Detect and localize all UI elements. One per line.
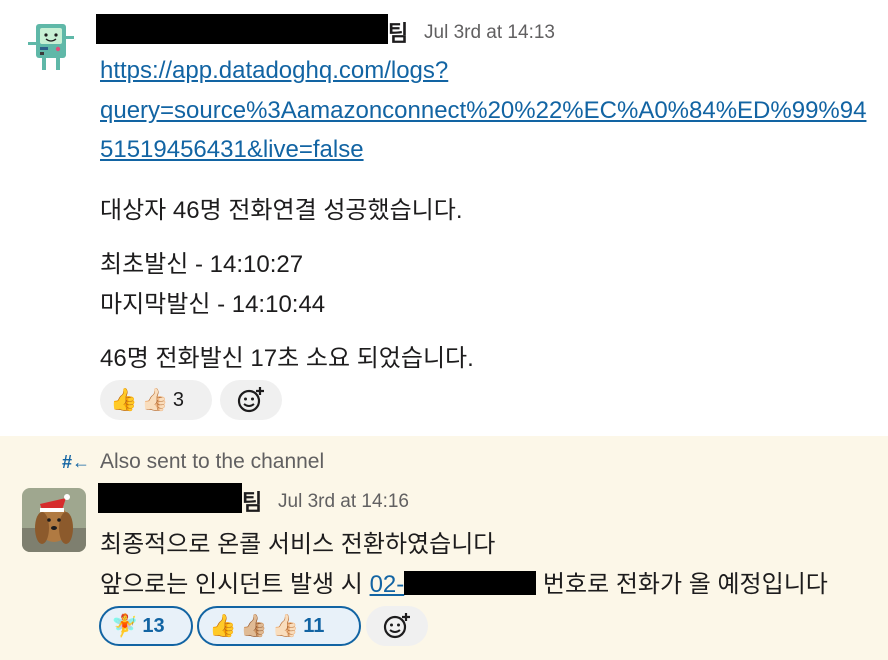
phone-prefix: 02- [369, 571, 405, 598]
reaction-fairy[interactable]: 🧚 13 [99, 606, 193, 646]
message-1: 팀 Jul 3rd at 14:13 https://app.datadoghq… [0, 0, 888, 436]
thumbs-up-light-icon: 👍🏻 [271, 613, 300, 638]
line-suffix: 번호로 전화가 올 예정입니다 [536, 571, 828, 598]
message-timestamp[interactable]: Jul 3rd at 14:13 [424, 22, 555, 44]
dog-avatar-icon [22, 488, 86, 552]
bmo-avatar-icon [28, 24, 74, 70]
thread-broadcast-icon: #← [62, 452, 91, 472]
reaction-count: 11 [303, 614, 325, 637]
thumbs-up-light-icon: 👍🏻 [141, 387, 169, 412]
message-text-line: 앞으로는 인시던트 발생 시 02- 번호로 전화가 올 예정입니다 [100, 564, 828, 599]
sender-name-suffix[interactable]: 팀 [242, 485, 262, 517]
redacted-sender-name [98, 483, 242, 513]
message-text-line: 대상자 46명 전화연결 성공했습니다. [100, 197, 463, 224]
phone-link[interactable]: 02- [370, 571, 537, 598]
thumbs-up-medium-light-icon: 👍🏼 [240, 613, 268, 638]
sender-name-suffix[interactable]: 팀 [388, 16, 408, 48]
add-reaction-button[interactable] [366, 606, 428, 646]
message-text-line: 마지막발신 - 14:10:44 [100, 291, 326, 318]
line-prefix: 앞으로는 인시던트 발생 시 [100, 571, 370, 598]
datadog-link-line-2[interactable]: query=source%3Aamazonconnect%20%22%EC%A0… [100, 97, 866, 125]
thumbs-up-icon: 👍 [110, 387, 138, 412]
thumbs-up-icon: 👍 [209, 613, 237, 638]
redacted-phone-number [404, 571, 537, 595]
redacted-sender-name [96, 14, 388, 44]
reaction-count: 13 [142, 614, 165, 637]
add-reaction-icon [237, 387, 264, 413]
reaction-thumbs-up[interactable]: 👍 👍🏼 👍🏻 11 [197, 606, 361, 646]
message-timestamp[interactable]: Jul 3rd at 14:16 [278, 491, 409, 513]
reaction-thumbs-up[interactable]: 👍 👍🏻 3 [100, 380, 212, 420]
datadog-link-line-1[interactable]: https://app.datadoghq.com/logs? [100, 57, 448, 85]
fairy-icon: 🧚 [111, 613, 139, 638]
datadog-link-line-3[interactable]: 51519456431&live=false [100, 136, 364, 164]
avatar[interactable] [24, 20, 78, 74]
message-text-line: 46명 전화발신 17초 소요 되었습니다. [100, 345, 474, 372]
add-reaction-button[interactable] [220, 380, 282, 420]
also-sent-label[interactable]: Also sent to the channel [100, 450, 324, 474]
message-text-line: 최초발신 - 14:10:27 [100, 251, 304, 278]
reaction-count: 3 [172, 388, 184, 411]
add-reaction-icon [383, 613, 410, 639]
avatar[interactable] [22, 488, 86, 552]
message-text-line: 최종적으로 온콜 서비스 전환하였습니다 [100, 531, 496, 558]
